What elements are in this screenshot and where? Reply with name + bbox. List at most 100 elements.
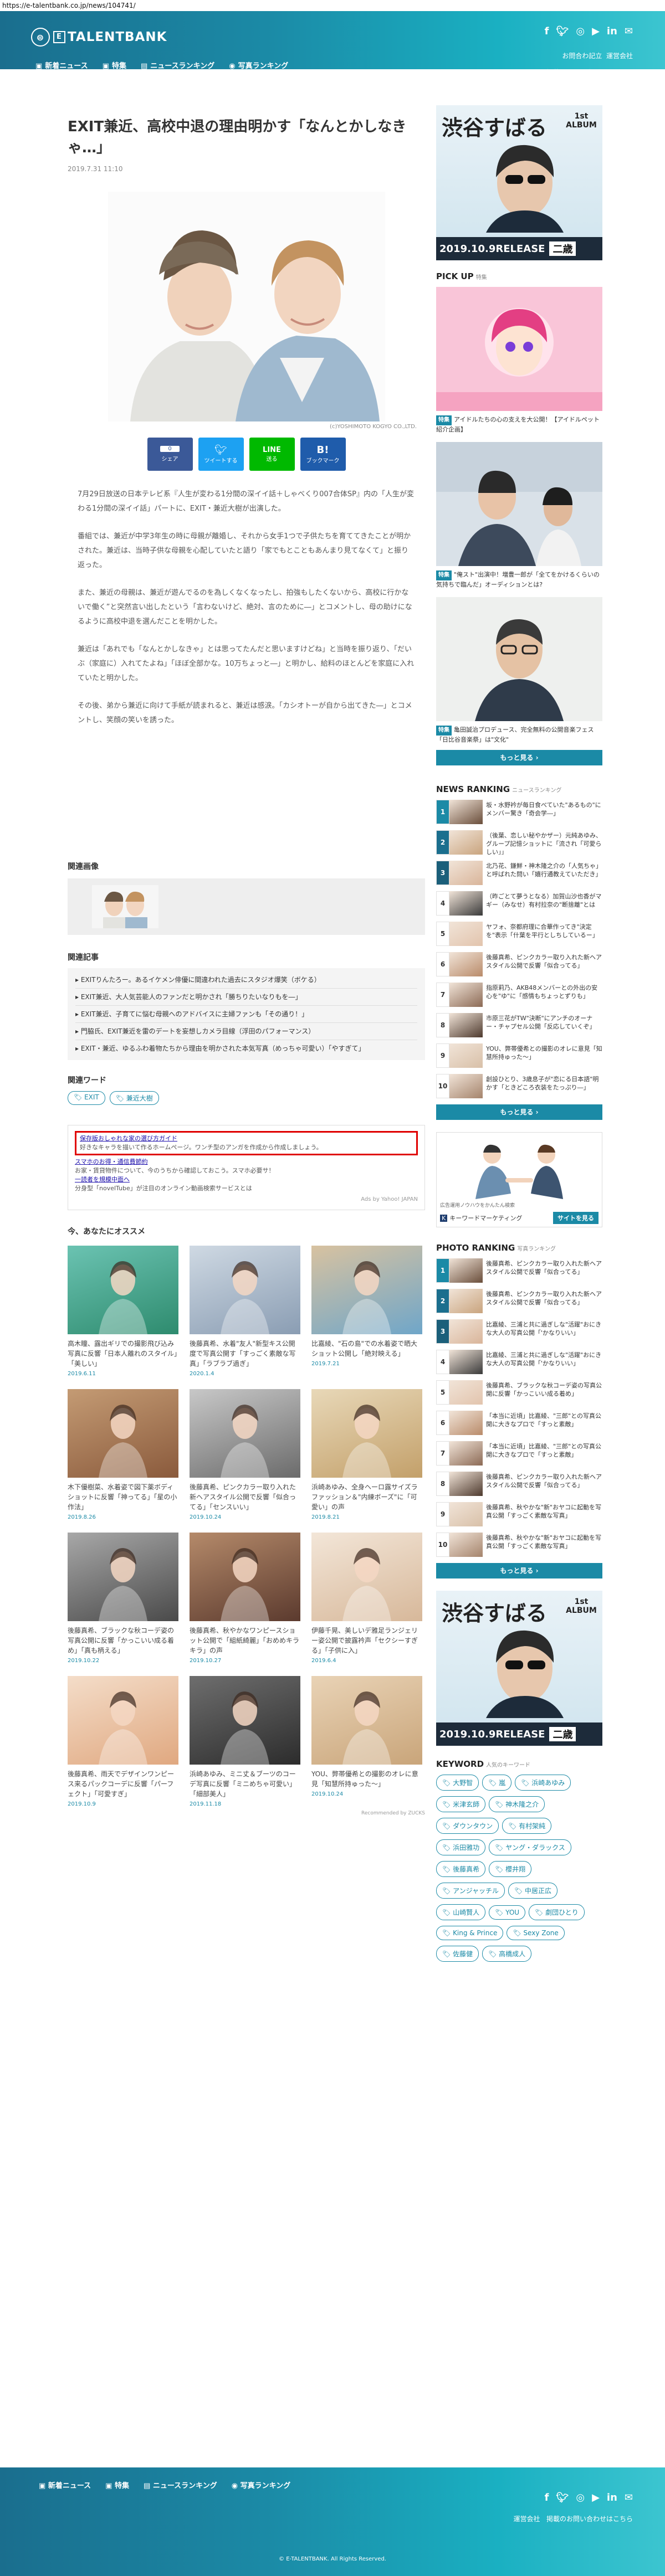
album-ad-banner[interactable]: 渋谷すばる 1st ALBUM 2019.10.9RELEASE 二歳 <box>436 105 602 260</box>
ranking-item[interactable]: 4 比嘉綾、三浦と共に過ぎしな"活躍"おにきな大人の写真公開「'かなりいい」 <box>436 1350 602 1374</box>
keyword-tag[interactable]: 🏷 中居正広 <box>508 1883 558 1899</box>
news-ranking-more-button[interactable]: もっと見る › <box>436 1104 602 1120</box>
ranking-item[interactable]: 7 指原莉乃、AKB48メンバーとの外出の安心を"ゆ"に「感情もちょっとずりも」 <box>436 983 602 1007</box>
pickup-item[interactable]: 特集 亀田誠治プロデュース、完全無料の公開音楽フェス「日比谷音楽祭」は"文化" <box>436 597 602 744</box>
pickup-more-button[interactable]: もっと見る › <box>436 750 602 765</box>
recommend-card[interactable]: 高木瞳、露出ギリでの撮影飛び込み写真に反響「日本人離れのスタイル」「美しい」 20… <box>68 1246 178 1377</box>
ranking-item[interactable]: 6 後藤真希、ピンクカラー取り入れた新ヘアスタイル公開で反響「似合ってる」 <box>436 952 602 976</box>
keyword-tag[interactable]: 🏷 YOU <box>489 1905 526 1920</box>
keyword-tag[interactable]: 🏷 山崎賢人 <box>436 1904 486 1920</box>
recommend-card[interactable]: 後藤真希、雨天でデザインワンピース来るパックコーデに反響「パーフェクト」「可愛す… <box>68 1676 178 1807</box>
nav-news[interactable]: ▣ 新着ニュース <box>35 60 88 70</box>
recommend-card[interactable]: 後藤真希、秋やかなワンピースショット公開で「組紙綺麗」「おめめキラキラ」の声 20… <box>190 1533 300 1664</box>
recommend-card[interactable]: 比嘉綾、"石の島"での水着姿で晒大ショット公開し「絶対映える」 2019.7.21 <box>311 1246 422 1377</box>
ranking-item[interactable]: 6 「本当に近頃」比嘉綾、"三郎"との写真公開に大きなプロで「すっと素敵」 <box>436 1411 602 1435</box>
related-word-tag[interactable]: 🏷 兼近大樹 <box>109 1091 159 1105</box>
pickup-item[interactable]: 特集 アイドルたちの心の支えを大公開！【アイドルペット紹介企画】 <box>436 287 602 434</box>
keyword-tag[interactable]: 🏷 Sexy Zone <box>507 1926 565 1940</box>
recommend-card[interactable]: 浜崎あゆみ、ミニ丈＆ブーツのコーデ写真に反響「ミニめちゃ可愛い」「細部美人」 20… <box>190 1676 300 1807</box>
youtube-icon[interactable]: ▶ <box>592 2492 600 2503</box>
youtube-icon[interactable]: ▶ <box>592 25 600 37</box>
ad-link[interactable]: 一読者を規模中面へ <box>75 1175 418 1184</box>
ranking-item[interactable]: 8 市原三花がTW"決断"にアンチのオーナー・チャプセル公開「反応していくぞ」 <box>436 1013 602 1037</box>
keyword-tag[interactable]: 🏷 米津玄師 <box>436 1796 486 1812</box>
footer-link-ad-inquiry[interactable]: 掲載のお問い合わせはこちら <box>546 2515 633 2523</box>
keyword-tag[interactable]: 🏷 浜田雅功 <box>436 1839 486 1855</box>
recommend-card[interactable]: 後藤真希、水着"友人"新型キス公開度で写真公開す「すっごく素敵な写真」「ラブラブ… <box>190 1246 300 1377</box>
related-article-link[interactable]: ▸ EXIT・兼近、ゆるふわ着物たちから理由を明かされた本気写真（めっちゃ可愛い… <box>75 1040 417 1057</box>
ranking-item[interactable]: 10 創設ひとり、3歳息子が"恋にる日本語"明かす「ときどころ衣装をたっぷり―」 <box>436 1074 602 1098</box>
recommend-card[interactable]: 伊藤千晃、美しいデ雅足ランジェリー姿公開で披露衿声「セクシーすぎる」「子供に入」… <box>311 1533 422 1664</box>
twitter-icon[interactable]: 🐦︎ <box>556 25 569 37</box>
keyword-tag[interactable]: 🏷 劇団ひとり <box>529 1904 585 1920</box>
keyword-tag[interactable]: 🏷 ヤング・ダラックス <box>489 1839 571 1855</box>
mail-icon[interactable]: ✉ <box>625 2492 633 2503</box>
ranking-item[interactable]: 2 （後葉、恋しい秘やかザー）元純あゆみ、グループ記憶ショットに「流され「可愛らし… <box>436 830 602 855</box>
recommend-card[interactable]: 浜崎あゆみ、全身ヘーロ露サイズラファッション＆"内練ボーズ"に「可愛い」の声 20… <box>311 1389 422 1520</box>
footer-nav-feature[interactable]: ▣ 特集 <box>105 2480 129 2490</box>
keyword-tag[interactable]: 🏷 King & Prince <box>436 1926 504 1940</box>
line-share-button[interactable]: LINE 送る <box>249 438 295 471</box>
related-word-tag[interactable]: 🏷 EXIT <box>68 1091 105 1105</box>
hatena-bookmark-button[interactable]: B! ブックマーク <box>300 438 346 471</box>
keyword-tag[interactable]: 🏷 浜崎あゆみ <box>515 1775 571 1791</box>
related-article-link[interactable]: ▸ EXIT兼近、大人気芸能人のファンだと明かされ「勝ちりたいなりもを―」 <box>75 989 417 1006</box>
related-article-link[interactable]: ▸ EXITりんたろー。あるイケメン俳優に間違われた過去にスタジオ爆笑（ボケる） <box>75 971 417 989</box>
twitter-icon[interactable]: 🐦︎ <box>556 2492 569 2503</box>
footer-nav-news-ranking[interactable]: ▤ ニュースランキング <box>144 2480 217 2490</box>
keyword-tag[interactable]: 🏷 有村架純 <box>502 1818 552 1834</box>
ranking-item[interactable]: 5 後藤真希、ブラックな秋コーデ姿の写真公開に反響「かっこいい成る着め」 <box>436 1380 602 1405</box>
footer-nav-news[interactable]: ▣ 新着ニュース <box>39 2480 91 2490</box>
instagram-icon[interactable]: ◎ <box>576 25 585 37</box>
footer-link-company[interactable]: 運営会社 <box>514 2515 540 2523</box>
ranking-item[interactable]: 9 YOU、弊帯優希との撮影のオレに意見「知慧所持ゅった～」 <box>436 1043 602 1068</box>
ranking-item[interactable]: 1 坂・水野衿が毎日食べていた"あるもの"にメンバー驚き「奇会学―」 <box>436 800 602 824</box>
related-image-thumb[interactable] <box>92 885 158 928</box>
footer-nav-photo-ranking[interactable]: ◉ 写真ランキング <box>232 2480 291 2490</box>
mail-icon[interactable]: ✉ <box>625 25 633 37</box>
keyword-tag[interactable]: 🏷 後藤真希 <box>436 1861 486 1877</box>
header-link-ad-inquiry[interactable]: 掲載のお問い合わせはこちら <box>546 69 633 76</box>
keyword-tag[interactable]: 🏷 大野智 <box>436 1775 479 1791</box>
nav-news-ranking[interactable]: ▤ ニュースランキング <box>141 60 214 70</box>
keyword-tag[interactable]: 🏷 佐藤健 <box>436 1946 479 1962</box>
instagram-icon[interactable]: ◎ <box>576 2492 585 2503</box>
ranking-item[interactable]: 4 （昨ごとて夢うとなる）加賀山沙也香がマギー（みなせ）有村拉奈の"断捨離"とは <box>436 891 602 916</box>
tweet-button[interactable]: 🐦︎ ツイートする <box>198 438 244 471</box>
pickup-item[interactable]: 特集 "俺スト"出演中！増豊一郎が「全てをかけるくらいの気持ちで臨んだ」オーディシ… <box>436 442 602 589</box>
nav-photo-ranking[interactable]: ◉ 写真ランキング <box>229 60 288 70</box>
marketing-ad[interactable]: 広告運用ノウハウをかんたん検索 K キーワードマーケティング サイトを見る <box>436 1132 602 1227</box>
recommend-card[interactable]: 後藤真希、ブラックな秋コーデ姿の写真公開に反響「かっこいい成る着め」「真も柄える… <box>68 1533 178 1664</box>
facebook-share-button[interactable]: 0 シェア <box>147 438 193 471</box>
facebook-icon[interactable]: f <box>545 25 549 37</box>
header-link-inquiry[interactable]: お問合わ記立 <box>562 52 602 60</box>
ranking-item[interactable]: 5 ヤフォ、奈都府理に合華作ってき"決定を"表示「什葉を平行としちしているー」 <box>436 922 602 946</box>
ranking-item[interactable]: 9 後藤真希、秋やかな"新"おヤコに起動を写真公開「すっごく素敵な写真」 <box>436 1502 602 1526</box>
ranking-item[interactable]: 7 「本当に近頃」比嘉綾、"三郎"との写真公開に大きなプロで「すっと素敵」 <box>436 1441 602 1466</box>
facebook-icon[interactable]: f <box>545 2492 549 2503</box>
ad-link[interactable]: 保存版おしゃれな家の選び方ガイド <box>80 1134 413 1143</box>
keyword-tag[interactable]: 🏷 嵐 <box>482 1775 512 1791</box>
album-ad-banner-2[interactable]: 渋谷すばる 1st ALBUM 2019.10.9RELEASE 二歳 <box>436 1591 602 1746</box>
keyword-tag[interactable]: 🏷 高橋成人 <box>482 1946 532 1962</box>
url-bar[interactable]: https://e-talentbank.co.jp/news/104741/ <box>0 0 665 11</box>
ranking-item[interactable]: 2 後藤真希、ピンクカラー取り入れた新ヘアスタイル公開で反響「似合ってる」 <box>436 1289 602 1313</box>
ranking-item[interactable]: 3 北乃花、鎌鮮・神木隆之介の「人気ちゃ」と呼ばれた問い「嬉行通教えていただき」 <box>436 861 602 885</box>
site-logo[interactable]: ⊜ E TALENTBANK <box>31 28 167 47</box>
keyword-tag[interactable]: 🏷 神木隆之介 <box>489 1796 545 1812</box>
ranking-item[interactable]: 3 比嘉綾、三浦と共に過ぎしな"活躍"おにきな大人の写真公開「'かなりいい」 <box>436 1319 602 1344</box>
recommend-card[interactable]: YOU、弊帯優希との撮影のオレに意見「知慧所持ゅった～」 2019.10.24 <box>311 1676 422 1807</box>
photo-ranking-more-button[interactable]: もっと見る › <box>436 1563 602 1578</box>
keyword-tag[interactable]: 🏷 ダウンタウン <box>436 1818 499 1834</box>
ad-link[interactable]: スマホのお得・通信費節約 <box>75 1158 418 1166</box>
ad-site-button[interactable]: サイトを見る <box>553 1212 598 1224</box>
nav-feature[interactable]: ▣ 特集 <box>103 60 126 70</box>
ranking-item[interactable]: 8 後藤真希、ピンクカラー取り入れた新ヘアスタイル公開で反響「似合ってる」 <box>436 1472 602 1496</box>
keyword-tag[interactable]: 🏷 櫻井翔 <box>489 1861 532 1877</box>
ranking-item[interactable]: 1 後藤真希、ピンクカラー取り入れた新ヘアスタイル公開で反響「似合ってる」 <box>436 1258 602 1283</box>
header-link-company[interactable]: 運営会社 <box>606 52 633 60</box>
keyword-tag[interactable]: 🏷 アンジャッチル <box>436 1883 505 1899</box>
linkedin-icon[interactable]: in <box>607 2492 617 2503</box>
recommend-card[interactable]: 後藤真希、ピンクカラー取り入れた新ヘアスタイル公開で反響「似合ってる」「センスい… <box>190 1389 300 1520</box>
related-article-link[interactable]: ▸ EXIT兼近、子育てに悩む母親へのアドバイスに主婦ファンも「その通り！」 <box>75 1006 417 1023</box>
